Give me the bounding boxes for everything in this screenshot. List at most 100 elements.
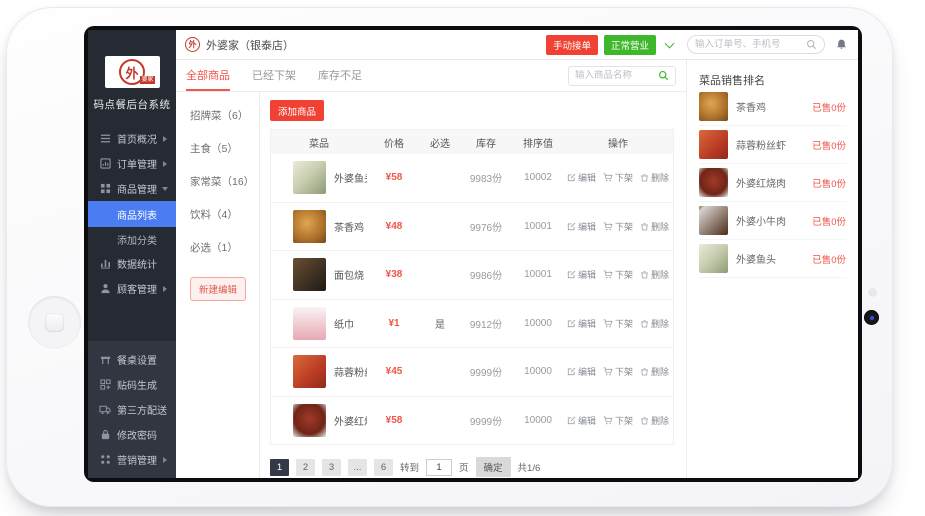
- bar-chart-icon: [99, 258, 111, 270]
- business-status-button[interactable]: 正常营业: [604, 35, 656, 55]
- sidebar-item-customers[interactable]: 顾客管理: [88, 276, 176, 301]
- off-shelf-button[interactable]: 下架: [603, 317, 633, 330]
- sales-ranking-panel: 菜品销售排名 茶香鸡 已售0份 蒜蓉粉丝虾 已售0份: [686, 60, 858, 478]
- tablet-screen: 外 婆家 码点餐后台系统 首页概况: [84, 26, 862, 482]
- off-shelf-button[interactable]: 下架: [603, 268, 633, 281]
- sidebar-item-change-password[interactable]: 修改密码: [88, 422, 176, 447]
- sidebar-item-qr-generate[interactable]: 贴码生成: [88, 372, 176, 397]
- product-table: 菜品 价格 必选 库存 排序值 操作 外婆鱼: [270, 129, 674, 445]
- sold-count: 已售0份: [812, 100, 846, 114]
- orders-icon: [99, 158, 111, 170]
- tab-all-products[interactable]: 全部商品: [186, 60, 230, 91]
- brand-logo: 外 婆家: [105, 56, 160, 88]
- table-row: 外婆红烧肉 ¥58 9999份 10000 编辑 下架 删除: [271, 397, 673, 446]
- ranking-item: 蒜蓉粉丝虾 已售0份: [699, 126, 846, 164]
- store-logo-icon: 外: [185, 37, 200, 52]
- add-product-button[interactable]: 添加商品: [270, 100, 324, 121]
- category-item-staple[interactable]: 主食（5）: [190, 141, 259, 156]
- sidebar-item-orders[interactable]: 订单管理: [88, 151, 176, 176]
- sidebar-item-products[interactable]: 商品管理: [88, 176, 176, 201]
- edit-button[interactable]: 编辑: [567, 317, 596, 330]
- product-tabs-bar: 全部商品 已经下架 库存不足: [176, 60, 686, 92]
- sidebar-item-statistics[interactable]: 数据统计: [88, 251, 176, 276]
- delete-button[interactable]: 删除: [640, 317, 669, 330]
- delete-button[interactable]: 删除: [640, 268, 669, 281]
- goods-icon: [99, 183, 111, 195]
- sidebar-subitem-add-category[interactable]: 添加分类: [88, 227, 176, 251]
- goto-label: 转到: [400, 460, 419, 474]
- sidebar-item-third-party-delivery[interactable]: 第三方配送: [88, 397, 176, 422]
- chevron-right-icon: [163, 286, 167, 292]
- delete-button[interactable]: 删除: [640, 414, 669, 427]
- product-search-input[interactable]: [575, 70, 658, 81]
- confirm-page-button[interactable]: 确定: [476, 457, 511, 477]
- dish-photo: [293, 161, 326, 194]
- off-shelf-button[interactable]: 下架: [603, 220, 633, 233]
- chevron-right-icon: [163, 161, 167, 167]
- dish-photo: [293, 404, 326, 437]
- page-button-2[interactable]: 2: [296, 459, 315, 476]
- edit-button[interactable]: 编辑: [567, 268, 596, 281]
- sidebar-subitem-product-list[interactable]: 商品列表: [88, 201, 176, 227]
- sidebar-item-table-settings[interactable]: 餐桌设置: [88, 347, 176, 372]
- category-item-homestyle[interactable]: 家常菜（16）: [190, 174, 259, 189]
- new-edit-button[interactable]: 新建编辑: [190, 277, 246, 301]
- dish-photo: [699, 92, 728, 121]
- table-icon: [99, 354, 111, 366]
- dish-photo: [699, 244, 728, 273]
- table-row: 蒜蓉粉丝虾 ¥45 9999份 10000 编辑 下架 删除: [271, 348, 673, 397]
- ranking-title: 菜品销售排名: [699, 72, 846, 88]
- category-item-drinks[interactable]: 饮料（4）: [190, 207, 259, 222]
- app-window: 外 婆家 码点餐后台系统 首页概况: [88, 30, 858, 478]
- topbar-right: 手动接单 正常营业: [546, 35, 848, 55]
- sidebar-item-marketing[interactable]: 营销管理: [88, 447, 176, 472]
- brand-seal-sub: 婆家: [140, 76, 154, 84]
- table-header: 菜品 价格 必选 库存 排序值 操作: [271, 130, 673, 154]
- manual-order-button[interactable]: 手动接单: [546, 35, 598, 55]
- off-shelf-button[interactable]: 下架: [603, 414, 633, 427]
- dish-photo: [293, 355, 326, 388]
- tab-low-stock[interactable]: 库存不足: [318, 60, 362, 91]
- chevron-right-icon: [163, 136, 167, 142]
- delete-button[interactable]: 删除: [640, 365, 669, 378]
- category-item-signature[interactable]: 招牌菜（6）: [190, 108, 259, 123]
- sidebar-menu-secondary: 餐桌设置 贴码生成 第三方配送: [88, 341, 176, 478]
- order-search-input[interactable]: [695, 39, 806, 50]
- delete-button[interactable]: 删除: [640, 171, 669, 184]
- off-shelf-button[interactable]: 下架: [603, 171, 633, 184]
- ranking-item: 茶香鸡 已售0份: [699, 88, 846, 126]
- edit-button[interactable]: 编辑: [567, 220, 596, 233]
- status-dropdown-chevron-icon[interactable]: [665, 38, 675, 48]
- category-item-required[interactable]: 必选（1）: [190, 240, 259, 255]
- page-button-3[interactable]: 3: [322, 459, 341, 476]
- edit-button[interactable]: 编辑: [567, 365, 596, 378]
- marketing-icon: [99, 454, 111, 466]
- main-column: 外 外婆家（银泰店） 手动接单 正常营业: [176, 30, 858, 478]
- edit-button[interactable]: 编辑: [567, 414, 596, 427]
- chevron-right-icon: [163, 457, 167, 463]
- goto-page-input[interactable]: [426, 459, 452, 476]
- sold-count: 已售0份: [812, 214, 846, 228]
- ranking-item: 外婆小牛肉 已售0份: [699, 202, 846, 240]
- topbar: 外 外婆家（银泰店） 手动接单 正常营业: [176, 30, 858, 60]
- dish-photo: [293, 307, 326, 340]
- category-list: 招牌菜（6） 主食（5） 家常菜（16） 饮料（4） 必选（1） 新建编辑: [176, 92, 260, 478]
- product-search-icon[interactable]: [658, 70, 669, 81]
- chevron-down-icon: [162, 187, 168, 191]
- tab-off-shelf[interactable]: 已经下架: [252, 60, 296, 91]
- sold-count: 已售0份: [812, 138, 846, 152]
- delete-button[interactable]: 删除: [640, 220, 669, 233]
- off-shelf-button[interactable]: 下架: [603, 365, 633, 378]
- table-row: 纸巾 ¥1 是 9912份 10000 编辑 下架 删除: [271, 300, 673, 349]
- page-button-1[interactable]: 1: [270, 459, 289, 476]
- edit-button[interactable]: 编辑: [567, 171, 596, 184]
- sidebar-item-home[interactable]: 首页概况: [88, 126, 176, 151]
- table-row: 面包烧 ¥38 9986份 10001 编辑 下架 删除: [271, 251, 673, 300]
- home-button[interactable]: [28, 296, 81, 349]
- sidebar: 外 婆家 码点餐后台系统 首页概况: [88, 30, 176, 478]
- page-button-6[interactable]: 6: [374, 459, 393, 476]
- sidebar-menu: 首页概况 订单管理 商品管理: [88, 126, 176, 301]
- search-icon[interactable]: [806, 39, 817, 50]
- notification-bell-icon[interactable]: [835, 38, 848, 51]
- sold-count: 已售0份: [812, 176, 846, 190]
